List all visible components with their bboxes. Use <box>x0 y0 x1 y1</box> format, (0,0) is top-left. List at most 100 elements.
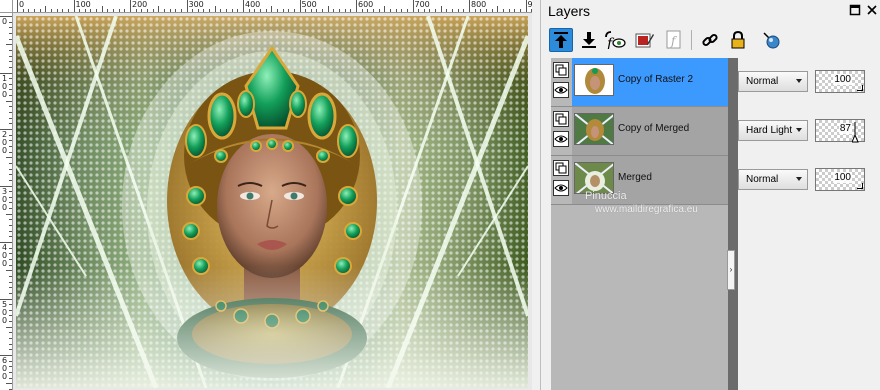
ruler-minor-tick <box>9 83 12 85</box>
ruler-minor-tick <box>203 9 205 12</box>
layer-row[interactable]: Copy of Raster 2 <box>551 58 728 107</box>
maximize-icon[interactable] <box>848 4 862 18</box>
lock-icon[interactable] <box>726 28 750 52</box>
layer-group-icon[interactable] <box>553 160 569 176</box>
ruler-minor-tick <box>50 9 52 12</box>
layer-row[interactable]: Merged <box>551 156 728 205</box>
ruler-minor-tick <box>107 9 109 12</box>
image-canvas[interactable] <box>16 16 528 388</box>
ruler-minor-tick <box>9 202 12 204</box>
panel-title: Layers <box>548 3 591 19</box>
opacity-slider[interactable]: 100 <box>815 168 865 191</box>
watermark-url: www.maildiregrafica.eu <box>595 204 698 215</box>
ruler-tick <box>299 0 301 12</box>
ruler-label: 700 <box>414 0 430 9</box>
opacity-slider[interactable]: 100 <box>815 70 865 93</box>
ruler-minor-tick <box>9 66 12 68</box>
ruler-minor-tick <box>22 9 24 12</box>
ruler-label: 100 <box>75 0 91 9</box>
ruler-minor-tick <box>90 9 92 12</box>
ruler-minor-tick <box>9 191 12 193</box>
opacity-slider[interactable]: 87 <box>815 119 865 143</box>
blend-mode-dropdown[interactable]: Normal <box>738 169 808 190</box>
panel-titlebar: Layers <box>541 0 880 24</box>
ruler-minor-tick <box>9 123 12 125</box>
ruler-minor-tick <box>101 6 103 12</box>
ruler-minor-tick <box>502 9 504 12</box>
layer-visibility-icon[interactable]: f <box>603 28 627 52</box>
ruler-minor-tick <box>6 157 12 159</box>
layer-row-icons <box>553 111 571 151</box>
ruler-minor-tick <box>79 9 81 12</box>
ruler-minor-tick <box>9 78 12 80</box>
ruler-minor-tick <box>9 112 12 114</box>
layer-thumbnail <box>574 113 614 145</box>
ruler-minor-tick <box>305 9 307 12</box>
eye-icon[interactable] <box>553 82 569 98</box>
ruler-minor-tick <box>96 9 98 12</box>
ruler-minor-tick <box>237 9 239 12</box>
ruler-minor-tick <box>6 270 12 272</box>
ruler-minor-tick <box>384 6 386 12</box>
eye-icon[interactable] <box>553 180 569 196</box>
artwork-image <box>16 16 528 388</box>
slider-handle-icon <box>857 183 863 189</box>
move-layer-down-icon[interactable] <box>577 28 601 52</box>
layer-row-body[interactable]: Copy of Merged <box>572 107 728 155</box>
canvas-area[interactable]: 0 100 200 300 400 500 600 700 800 900 0 100 200 300 4… <box>0 0 532 390</box>
ruler-minor-tick <box>491 9 493 12</box>
layer-group-icon[interactable] <box>553 62 569 78</box>
edit-layer-icon[interactable] <box>633 28 657 52</box>
ruler-minor-tick <box>9 275 12 277</box>
ruler-minor-tick <box>282 9 284 12</box>
panel-resize-handle[interactable]: › <box>727 250 735 290</box>
blend-mode-dropdown[interactable]: Normal <box>738 71 808 92</box>
layer-list-scrollbar[interactable] <box>728 58 738 390</box>
ruler-label: 300 <box>2 186 8 212</box>
move-layer-up-icon[interactable] <box>549 28 573 52</box>
layer-row[interactable]: Copy of Merged <box>551 107 728 156</box>
layer-group-icon[interactable] <box>553 111 569 127</box>
new-layer-icon[interactable]: f <box>662 28 686 52</box>
ruler-minor-tick <box>6 44 12 46</box>
ruler-minor-tick <box>163 9 165 12</box>
ruler-tick <box>130 0 131 12</box>
ruler-minor-tick <box>310 9 312 12</box>
ruler-minor-tick <box>327 6 329 12</box>
ruler-minor-tick <box>9 145 12 147</box>
ruler-minor-tick <box>9 292 12 294</box>
ruler-minor-tick <box>446 9 448 12</box>
ruler-minor-tick <box>197 9 199 12</box>
ruler-minor-tick <box>259 9 261 12</box>
ruler-label: 900 <box>528 0 533 9</box>
link-icon[interactable] <box>698 28 722 52</box>
ruler-minor-tick <box>220 9 222 12</box>
ruler-minor-tick <box>113 9 115 12</box>
ruler-minor-tick <box>175 9 177 12</box>
ruler-label: 300 <box>188 0 204 9</box>
slider-handle-icon <box>852 122 859 143</box>
close-icon[interactable] <box>865 4 879 18</box>
ruler-minor-tick <box>474 9 476 12</box>
ruler-minor-tick <box>9 338 12 340</box>
ruler-minor-tick <box>9 32 12 34</box>
ruler-minor-tick <box>9 360 12 362</box>
ruler-minor-tick <box>9 236 12 238</box>
ruler-minor-tick <box>158 6 160 12</box>
chevron-down-icon <box>796 177 802 181</box>
ruler-minor-tick <box>9 106 12 108</box>
layer-row-body[interactable]: Copy of Raster 2 <box>572 58 728 106</box>
ruler-minor-tick <box>531 9 532 12</box>
ruler-minor-tick <box>9 225 12 227</box>
ruler-label: 400 <box>2 243 8 268</box>
layer-effects-icon[interactable] <box>760 28 784 52</box>
layer-properties: Normal 100 Hard Light 87 Normal 100 <box>738 58 880 390</box>
ruler-minor-tick <box>9 321 12 323</box>
eye-icon[interactable] <box>553 131 569 147</box>
ruler-minor-tick <box>9 371 12 373</box>
ruler-minor-tick <box>28 9 30 12</box>
ruler-label: 500 <box>2 299 8 325</box>
blend-mode-dropdown[interactable]: Hard Light <box>738 120 808 141</box>
ruler-minor-tick <box>9 332 12 334</box>
blend-mode-value: Hard Light <box>746 125 793 136</box>
